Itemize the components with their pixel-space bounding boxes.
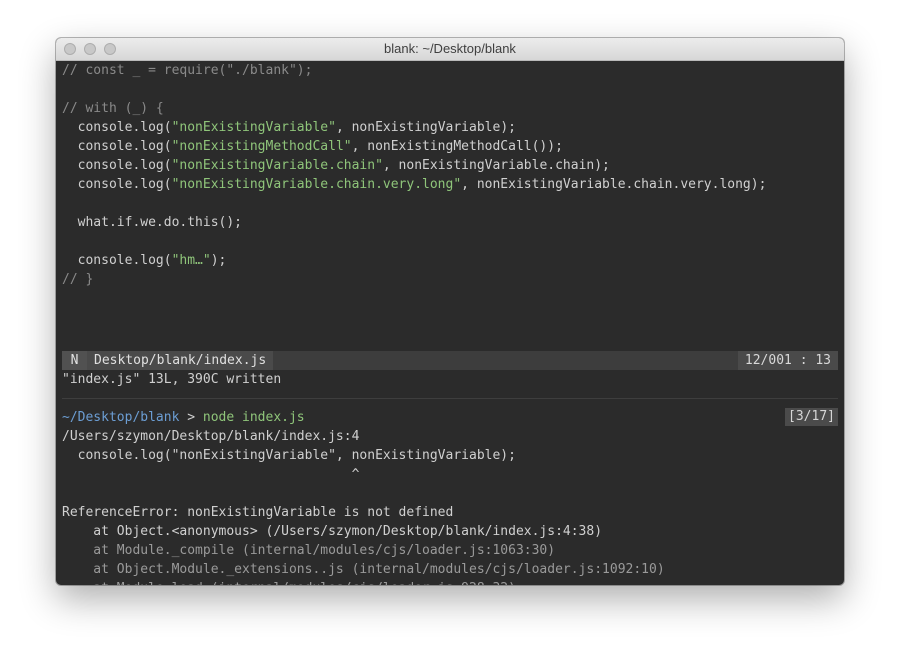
code-token: , nonExistingVariable.chain.very.long); <box>461 177 767 192</box>
output-line: at Object.<anonymous> (/Users/szymon/Des… <box>62 522 838 541</box>
statusline-filename: Desktop/blank/index.js <box>87 351 274 370</box>
vim-statusline: N Desktop/blank/index.js 12/001 : 13 <box>62 351 838 370</box>
prompt-symbol: > <box>187 410 196 425</box>
pane-divider <box>62 398 838 399</box>
comment-token: // } <box>62 272 94 287</box>
comment-token: // with (_) { <box>62 101 164 116</box>
code-token: what.if.we.do.this(); <box>62 215 243 230</box>
output-text: at Object.<anonymous> (/Users/szymon/Des… <box>62 524 603 539</box>
editor-line: // with (_) { <box>62 99 838 118</box>
shell-output: /Users/szymon/Desktop/blank/index.js:4 c… <box>62 427 838 585</box>
code-token: console.log( <box>62 253 172 268</box>
output-text: console.log("nonExistingVariable", nonEx… <box>62 448 516 463</box>
editor-line: // const _ = require("./blank"); <box>62 61 838 80</box>
string-token: "nonExistingMethodCall" <box>171 139 352 154</box>
output-text: ^ <box>62 467 360 482</box>
editor-line: console.log("nonExistingVariable", nonEx… <box>62 118 838 137</box>
window-title: blank: ~/Desktop/blank <box>384 41 516 56</box>
output-line: /Users/szymon/Desktop/blank/index.js:4 <box>62 427 838 446</box>
editor-line: // } <box>62 270 838 289</box>
code-token: , nonExistingVariable); <box>335 120 516 135</box>
output-line: at Module.load (internal/modules/cjs/loa… <box>62 579 838 585</box>
code-token: console.log( <box>62 120 172 135</box>
editor-line: console.log("nonExistingMethodCall", non… <box>62 137 838 156</box>
output-line: at Object.Module._extensions..js (intern… <box>62 560 838 579</box>
output-text: /Users/szymon/Desktop/blank/index.js:4 <box>62 429 360 444</box>
string-token: "nonExistingVariable.chain.very.long" <box>171 177 462 192</box>
editor-line: console.log("hm…"); <box>62 251 838 270</box>
title-bar: blank: ~/Desktop/blank <box>56 38 844 61</box>
scrollback-counter: [3/17] <box>785 408 838 426</box>
comment-token: // const _ = require("./blank"); <box>62 63 313 78</box>
output-line: ^ <box>62 465 838 484</box>
code-token: console.log( <box>62 139 172 154</box>
string-token: "nonExistingVariable" <box>171 120 336 135</box>
output-text: at Module.load (internal/modules/cjs/loa… <box>62 581 516 585</box>
prompt-cwd: ~/Desktop/blank <box>62 410 180 425</box>
string-token: "hm…" <box>171 253 211 268</box>
editor-buffer[interactable]: // const _ = require("./blank"); // with … <box>62 61 838 289</box>
output-line: ReferenceError: nonExistingVariable is n… <box>62 503 838 522</box>
code-token: console.log( <box>62 177 172 192</box>
cursor-position: 12/001 : 13 <box>737 351 838 370</box>
string-token: "nonExistingVariable.chain" <box>171 158 383 173</box>
editor-line: console.log("nonExistingVariable.chain",… <box>62 156 838 175</box>
code-token: ); <box>210 253 227 268</box>
code-token: , nonExistingVariable.chain); <box>382 158 610 173</box>
editor-line: what.if.we.do.this(); <box>62 213 838 232</box>
mode-indicator: N <box>62 351 87 370</box>
output-line: console.log("nonExistingVariable", nonEx… <box>62 446 838 465</box>
shell-pane[interactable]: ~/Desktop/blank > node index.js [3/17] /U… <box>62 408 838 585</box>
code-token: , nonExistingMethodCall()); <box>351 139 563 154</box>
write-message: "index.js" 13L, 390C written <box>62 372 282 387</box>
shell-command: node index.js <box>202 410 305 425</box>
terminal-window: blank: ~/Desktop/blank // const _ = requ… <box>56 38 844 585</box>
shell-prompt-line: ~/Desktop/blank > node index.js [3/17] <box>62 408 838 427</box>
output-text: at Object.Module._extensions..js (intern… <box>62 562 665 577</box>
output-text: at Module._compile (internal/modules/cjs… <box>62 543 556 558</box>
code-token: console.log( <box>62 158 172 173</box>
output-text: ReferenceError: nonExistingVariable is n… <box>62 505 454 520</box>
editor-line: console.log("nonExistingVariable.chain.v… <box>62 175 838 194</box>
output-line: at Module._compile (internal/modules/cjs… <box>62 541 838 560</box>
